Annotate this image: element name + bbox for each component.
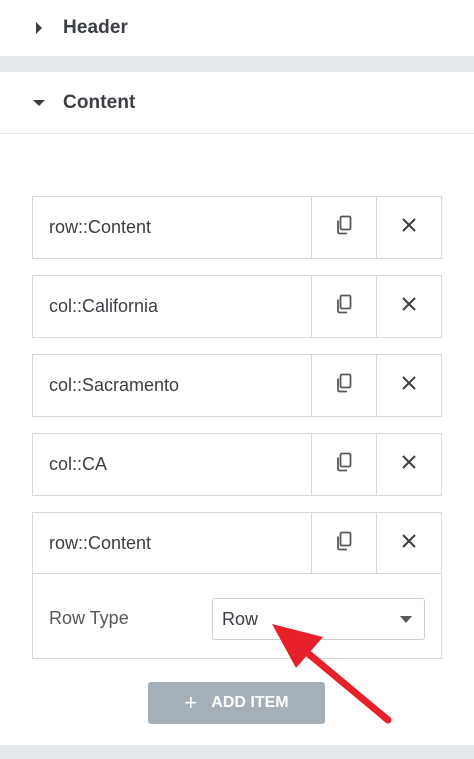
delete-button[interactable] xyxy=(376,355,441,416)
section-divider xyxy=(0,745,474,759)
row-type-label: Row Type xyxy=(49,608,129,628)
row-type-field: Row Type Row xyxy=(33,574,441,658)
repeater-item: row::Content xyxy=(32,196,442,259)
close-icon xyxy=(402,455,416,474)
duplicate-button[interactable] xyxy=(312,513,376,573)
section-title-content: Content xyxy=(63,91,136,113)
duplicate-button[interactable] xyxy=(312,197,376,258)
add-item-label: ADD ITEM xyxy=(211,694,289,711)
close-icon xyxy=(402,533,416,553)
delete-button[interactable] xyxy=(376,434,441,495)
duplicate-button[interactable] xyxy=(312,355,376,416)
repeater-item: col::Sacramento xyxy=(32,354,442,417)
section-header-toggle[interactable]: Header xyxy=(0,0,474,56)
duplicate-button[interactable] xyxy=(312,276,376,337)
copy-icon xyxy=(335,215,353,240)
delete-button[interactable] xyxy=(376,276,441,337)
row-type-value: Row xyxy=(222,608,259,629)
delete-button[interactable] xyxy=(376,197,441,258)
chevron-down-icon xyxy=(400,616,412,623)
repeater-item-expanded: row::Content Row Type Row xyxy=(32,512,442,659)
section-title-header: Header xyxy=(63,17,129,38)
repeater-item: col::CA xyxy=(32,433,442,496)
copy-icon xyxy=(335,531,353,556)
close-icon xyxy=(402,297,416,316)
delete-button[interactable] xyxy=(376,513,441,573)
repeater-item: col::California xyxy=(32,275,442,338)
add-item-button[interactable]: + ADD ITEM xyxy=(148,682,325,724)
row-type-select[interactable]: Row xyxy=(212,598,425,640)
duplicate-button[interactable] xyxy=(312,434,376,495)
close-icon xyxy=(402,376,416,395)
repeater-item-title[interactable]: col::California xyxy=(33,276,312,337)
copy-icon xyxy=(335,294,353,319)
repeater-item-title[interactable]: col::CA xyxy=(33,434,312,495)
section-content-toggle[interactable]: Content xyxy=(0,72,474,134)
plus-icon: + xyxy=(184,690,198,715)
repeater-item-title[interactable]: col::Sacramento xyxy=(33,355,312,416)
copy-icon xyxy=(335,452,353,477)
section-divider xyxy=(0,56,474,72)
caret-right-icon xyxy=(33,22,45,34)
copy-icon xyxy=(335,373,353,398)
repeater-item-title[interactable]: row::Content xyxy=(33,513,312,573)
repeater-item-title[interactable]: row::Content xyxy=(33,197,312,258)
caret-down-icon xyxy=(33,97,45,109)
close-icon xyxy=(402,218,416,237)
